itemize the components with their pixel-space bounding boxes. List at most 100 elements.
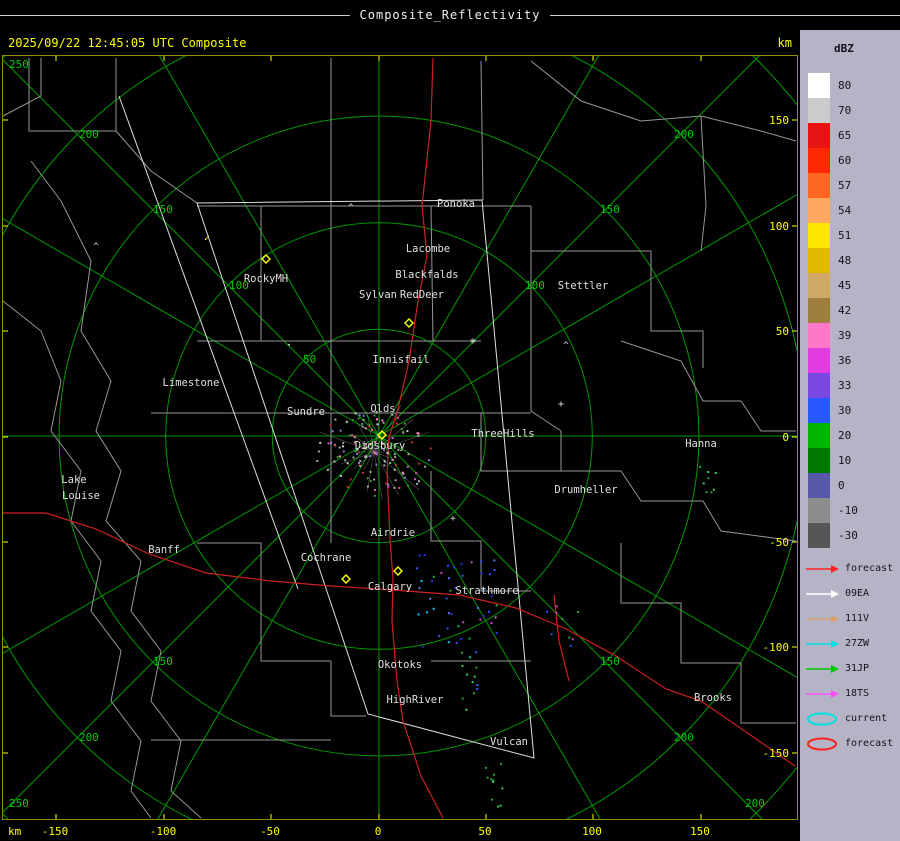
scale-row: 33 — [808, 373, 900, 398]
legend-label: 09EA — [845, 588, 870, 599]
radar-site-icon — [404, 318, 414, 328]
range-label: 150 — [600, 655, 620, 668]
city-label: Sundre — [287, 406, 325, 418]
city-label: Strathmore — [455, 585, 518, 597]
map-symbol: + — [450, 514, 456, 524]
city-label: Calgary — [368, 581, 412, 593]
scale-value: 60 — [838, 154, 852, 167]
map-symbol: ^ — [563, 341, 569, 351]
range-label: 150 — [600, 203, 620, 216]
scale-value: 30 — [838, 404, 852, 417]
city-label: Banff — [148, 544, 180, 556]
track-arrow-icon — [806, 564, 839, 573]
scale-row: 45 — [808, 273, 900, 298]
scale-value: -10 — [838, 504, 858, 517]
city-label: Vulcan — [490, 736, 528, 748]
scale-value: 51 — [838, 229, 852, 242]
legend-label: forecast — [845, 563, 894, 574]
title-rule-left — [0, 14, 350, 16]
x-axis: km -150 -100 -50 0 50 100 150 — [0, 820, 800, 841]
city-label: HighRiver — [387, 694, 444, 706]
range-label: 150 — [153, 655, 173, 668]
city-label: Ponoka — [437, 198, 475, 210]
scale-swatch — [808, 473, 830, 498]
scale-value: 45 — [838, 279, 852, 292]
y-axis-labels: 150 100 50 0 -50 -100 -150 — [763, 114, 790, 760]
legend-item-09EA: 09EA — [805, 581, 900, 606]
y-axis-tick-label: 50 — [776, 325, 789, 338]
city-label: Airdrie — [371, 527, 415, 539]
map-symbol: * — [469, 336, 476, 350]
track-arrow-icon — [806, 614, 839, 623]
scale-row: 70 — [808, 98, 900, 123]
map-symbol: + — [558, 399, 564, 410]
scale-swatch — [808, 73, 830, 98]
scale-row: 48 — [808, 248, 900, 273]
scale-row: 39 — [808, 323, 900, 348]
radar-site-icon — [393, 566, 403, 576]
range-label: 200 — [674, 128, 694, 141]
scale-swatch — [808, 148, 830, 173]
city-label: Lacombe — [406, 243, 450, 255]
city-label: Didsbury — [355, 440, 406, 452]
range-label: 200 — [745, 797, 765, 810]
y-axis-tick-label: 100 — [769, 220, 789, 233]
city-label: Hanna — [685, 438, 717, 450]
track-arrow-icon — [806, 689, 839, 698]
city-label: Sylvan — [359, 289, 397, 301]
y-axis-tick-label: -150 — [763, 747, 790, 760]
y-axis-tick-label: 150 — [769, 114, 789, 127]
scale-row: -30 — [808, 523, 900, 548]
y-axis-tick-label: 0 — [782, 431, 789, 444]
radar-display[interactable]: * + + ^ ^ ^ • ✓ Ponoka Lacombe Blackfalds RedDeerSy… — [0, 0, 900, 841]
scale-row: 54 — [808, 198, 900, 223]
radar-map[interactable]: * + + ^ ^ ^ • ✓ Ponoka Lacombe Blackfalds RedDeer Sy… — [0, 0, 900, 841]
legend-item-111V: 111V — [805, 606, 900, 631]
city-label: Lake — [61, 474, 86, 486]
city-label: Drumheller — [554, 484, 617, 496]
scale-row: 30 — [808, 398, 900, 423]
scale-value: 57 — [838, 179, 852, 192]
legend-item-forecast: forecast — [805, 556, 900, 581]
range-label: 200 — [79, 128, 99, 141]
scale-value: 54 — [838, 204, 852, 217]
scale-swatch — [808, 523, 830, 548]
city-label: ThreeHills — [471, 428, 534, 440]
x-axis-tick-label: 50 — [478, 825, 492, 838]
range-label: 200 — [79, 731, 99, 744]
scale-swatch — [808, 273, 830, 298]
legend-label: 18TS — [845, 688, 870, 699]
dbz-units-label: dBZ — [834, 42, 854, 55]
scale-value: 80 — [838, 79, 852, 92]
scale-row: 51 — [808, 223, 900, 248]
color-scale-panel: dBZ 80 70 65 60 57 54 51 48 45 42 39 36 33 30 20 10 0 -10… — [800, 30, 900, 841]
range-label: 250 — [9, 58, 29, 71]
legend-label: 111V — [845, 613, 870, 624]
city-label: RedDeer — [400, 289, 444, 301]
scale-swatch — [808, 123, 830, 148]
scale-swatch — [808, 423, 830, 448]
city-label: Olds — [370, 403, 395, 415]
scale-row: 65 — [808, 123, 900, 148]
color-scale: 80 70 65 60 57 54 51 48 45 42 39 36 33 30 20 10 0 -10 -30 — [808, 73, 900, 548]
scale-value: 39 — [838, 329, 852, 342]
y-axis-tick-label: -50 — [769, 536, 789, 549]
scale-swatch — [808, 348, 830, 373]
legend-item-forecast: forecast — [805, 731, 900, 756]
city-label: Innisfail — [373, 354, 430, 366]
scale-swatch — [808, 98, 830, 123]
x-axis-unit-label: km — [8, 825, 22, 838]
range-label: 100 — [525, 279, 545, 292]
legend-label: 27ZW — [845, 638, 870, 649]
legend-item-18TS: 18TS — [805, 681, 900, 706]
track-arrow-icon — [806, 664, 839, 673]
x-axis-tick-label: -50 — [260, 825, 280, 838]
timestamp: 2025/09/22 12:45:05 UTC Composite — [8, 36, 247, 50]
scale-row: 0 — [808, 473, 900, 498]
scale-value: 10 — [838, 454, 852, 467]
city-label: Cochrane — [301, 552, 352, 564]
city-label: Limestone — [163, 377, 220, 389]
y-axis-unit-label: km — [777, 36, 792, 50]
radar-coverage-outline — [118, 95, 535, 759]
scale-swatch — [808, 448, 830, 473]
